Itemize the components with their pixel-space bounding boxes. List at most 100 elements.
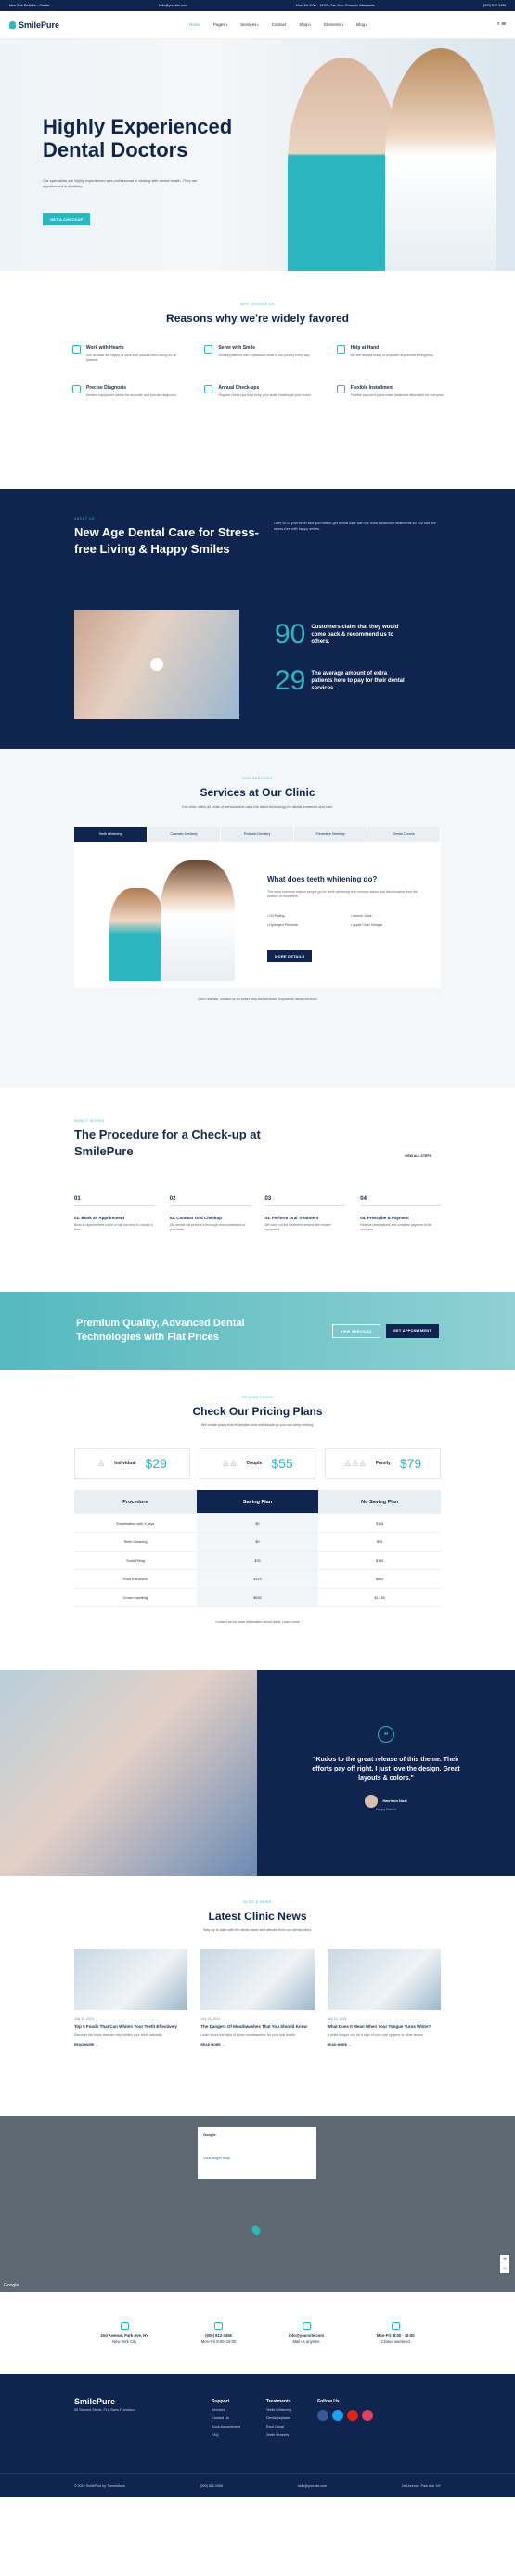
get-appointment-button[interactable]: GET APPOINTMENT xyxy=(385,1323,439,1338)
pricing-note[interactable]: Contact us for more information about pl… xyxy=(0,1620,515,1624)
post-card[interactable]: July 14, 2024 Top 5 Foods That Can Whiten… xyxy=(74,1949,188,2047)
pricing-section: PRICING PLANS Check Our Pricing Plans We… xyxy=(0,1370,515,1670)
plan-card-family[interactable]: ♙♙♙ Family $79 xyxy=(325,1448,441,1479)
footer-link[interactable]: Services xyxy=(212,2406,240,2415)
table-column: Procedure Examination with X-rays Teeth C… xyxy=(74,1490,197,1607)
feature-text: Modern equipment allows for accurate and… xyxy=(86,393,177,397)
contact-item: info@yoursite.com Mail us anytime xyxy=(289,2321,324,2345)
view-larger-map-link[interactable]: View larger map xyxy=(203,2156,311,2160)
topbar-phone[interactable]: (000) 812-3456 xyxy=(483,4,506,7)
footer-link[interactable]: Dental Implants xyxy=(266,2415,291,2423)
nav-pages[interactable]: Pages xyxy=(213,22,227,27)
post-image[interactable] xyxy=(327,1949,441,2010)
footer-link[interactable]: Teeth Whitening xyxy=(266,2406,291,2415)
footer-address: 50 Second Street, FLA Sans Francisco xyxy=(74,2408,135,2412)
bullet-item: • Apple Cider Vinegar xyxy=(351,923,383,927)
pricing-table: Procedure Examination with X-rays Teeth C… xyxy=(74,1490,442,1607)
copyright: © 2024 SmilePure by ThemeMove xyxy=(74,2483,125,2488)
map-info-card: Google View larger map xyxy=(198,2127,316,2179)
stat-number: 29 xyxy=(275,665,306,696)
nav-contact[interactable]: Contact xyxy=(272,22,287,27)
map-embed[interactable]: Google View larger map + − Google xyxy=(0,2116,515,2292)
smile-icon xyxy=(204,345,213,354)
hero-cta-button[interactable]: GET A CHECKUP xyxy=(43,213,91,225)
footer-follow: Follow Us xyxy=(317,2398,374,2440)
view-services-button[interactable]: VIEW SERVICES xyxy=(331,1323,380,1338)
services-title: Services at Our Clinic xyxy=(200,786,315,799)
about-title: New Age Dental Care for Stress-free Livi… xyxy=(74,525,259,556)
site-footer: SmilePure 50 Second Street, FLA Sans Fra… xyxy=(0,2374,515,2497)
footer-link[interactable]: Teeth Veneers xyxy=(266,2431,291,2440)
wallet-icon xyxy=(336,385,345,393)
feature-title: Serve with Smile xyxy=(218,345,256,351)
topbar-email[interactable]: hello@yoursite.com xyxy=(159,4,187,7)
services-lead: Our clinic offers all kinds of services … xyxy=(181,805,334,809)
play-icon[interactable] xyxy=(150,658,163,671)
hero-doctor-female-image xyxy=(385,48,496,271)
post-image[interactable] xyxy=(200,1949,315,2010)
footer-link[interactable]: FAQ xyxy=(212,2431,240,2440)
post-image[interactable] xyxy=(74,1949,188,2010)
read-more-link[interactable]: READ MORE → xyxy=(200,2043,314,2047)
tab-pediatric-dentistry[interactable]: Pediatric Dentistry xyxy=(221,827,294,842)
footer-link[interactable]: Book Appointment xyxy=(212,2423,240,2431)
nav-blog[interactable]: Blog xyxy=(356,22,367,27)
footer-bottom: © 2024 SmilePure by ThemeMove (000) 812-… xyxy=(0,2473,515,2497)
read-more-link[interactable]: READ MORE → xyxy=(328,2043,441,2047)
steps-list: 01 01. Book an Appointment Book an appoint… xyxy=(74,1196,441,1232)
testimonial-section: ❝ "Kudos to the great release of this th… xyxy=(0,1670,515,1876)
view-all-steps-link[interactable]: VIEW ALL STEPS xyxy=(405,1154,431,1158)
more-details-button[interactable]: MORE DETAILS xyxy=(267,950,313,962)
youtube-icon[interactable] xyxy=(347,2410,359,2421)
footer-support: Support Services Contact Us Book Appoint… xyxy=(212,2398,240,2440)
tab-teeth-whitening[interactable]: Teeth Whitening xyxy=(74,827,148,842)
footer-phone[interactable]: (000) 812-3456 xyxy=(200,2484,223,2488)
services-section: OUR SERVICES Services at Our Clinic Our … xyxy=(0,749,515,1088)
post-card[interactable]: July 14, 2024 The Dangers Of Mouthwashes … xyxy=(200,1949,315,2047)
plan-card-individual[interactable]: ♙ Individual $29 xyxy=(74,1448,190,1479)
news-lead: Stay up to date with the latest news and… xyxy=(202,1928,313,1932)
feature-item: Annual Check-ups Regular check-ups help k… xyxy=(204,385,319,398)
favored-section: WHY CHOOSE US Reasons why we're widely f… xyxy=(0,271,515,489)
stat-item: 90 Customers claim that they would come b… xyxy=(275,619,408,650)
footer-link[interactable]: Root Canal xyxy=(266,2423,291,2431)
feature-item: Precise Diagnosis Modern equipment allows… xyxy=(72,385,187,398)
post-card[interactable]: July 14, 2024 What Does It Mean When Your… xyxy=(327,1949,441,2047)
brand-logo[interactable]: SmilePure xyxy=(9,20,59,30)
patient-photo xyxy=(0,1670,257,1876)
nav-home[interactable]: Home xyxy=(189,22,200,27)
tab-dental-crowns[interactable]: Dental Crowns xyxy=(367,827,441,842)
feature-text: Our dentists are happy to work with pass… xyxy=(85,354,177,362)
feature-title: Precise Diagnosis xyxy=(86,385,127,391)
testimonial-text: "Kudos to the great release of this them… xyxy=(312,1757,460,1782)
facebook-icon[interactable] xyxy=(317,2410,329,2421)
tooth-icon xyxy=(9,20,16,29)
feature-text: Serving patients with a pleasant smile i… xyxy=(218,354,311,357)
zoom-controls[interactable]: + − xyxy=(500,2255,509,2273)
footer-link[interactable]: Contact Us xyxy=(212,2415,240,2423)
hero-text: Our specialists are highly experienced a… xyxy=(43,178,198,188)
step-item: 02 02. Conduct Oral Checkup Our dentist wi… xyxy=(169,1196,251,1232)
plan-card-couple[interactable]: ♙♙ Couple $55 xyxy=(200,1448,315,1479)
tab-cosmetic-dentistry[interactable]: Cosmetic Dentistry xyxy=(148,827,221,842)
instagram-icon[interactable] xyxy=(362,2410,374,2421)
nav-elements[interactable]: Elements xyxy=(324,22,343,27)
bullet-item: • Lemon Juice xyxy=(351,914,372,918)
table-column: Saving Plan $0 $0 $76 $325 $530 xyxy=(196,1490,319,1607)
nav-shop[interactable]: Shop xyxy=(299,22,311,27)
procedure-subtitle: HOW IT WORKS xyxy=(74,1119,105,1123)
hero-title: Highly Experienced Dental Doctors xyxy=(43,115,233,161)
procedure-section: HOW IT WORKS The Procedure for a Check-u… xyxy=(0,1088,515,1292)
main-nav: Home Pages Services Contact Shop Element… xyxy=(189,22,367,27)
twitter-icon[interactable] xyxy=(332,2410,344,2421)
footer-logo[interactable]: SmilePure xyxy=(74,2398,186,2406)
tab-preventive-dentistry[interactable]: Preventive Dentistry xyxy=(294,827,367,842)
avatar xyxy=(365,1795,379,1808)
nav-services[interactable]: Services xyxy=(240,22,259,27)
footer-email[interactable]: hello@yoursite.com xyxy=(298,2484,328,2488)
top-bar: New York Pediatric · Dentist hello@yours… xyxy=(0,0,515,11)
contact-item: Mon-Fri: 8:00 - 18:00 Closed weekend xyxy=(377,2321,415,2345)
map-pin-icon[interactable] xyxy=(250,2223,263,2236)
read-more-link[interactable]: READ MORE → xyxy=(74,2043,187,2047)
services-note[interactable]: Don't hesitate, contact us for better he… xyxy=(0,998,515,1001)
